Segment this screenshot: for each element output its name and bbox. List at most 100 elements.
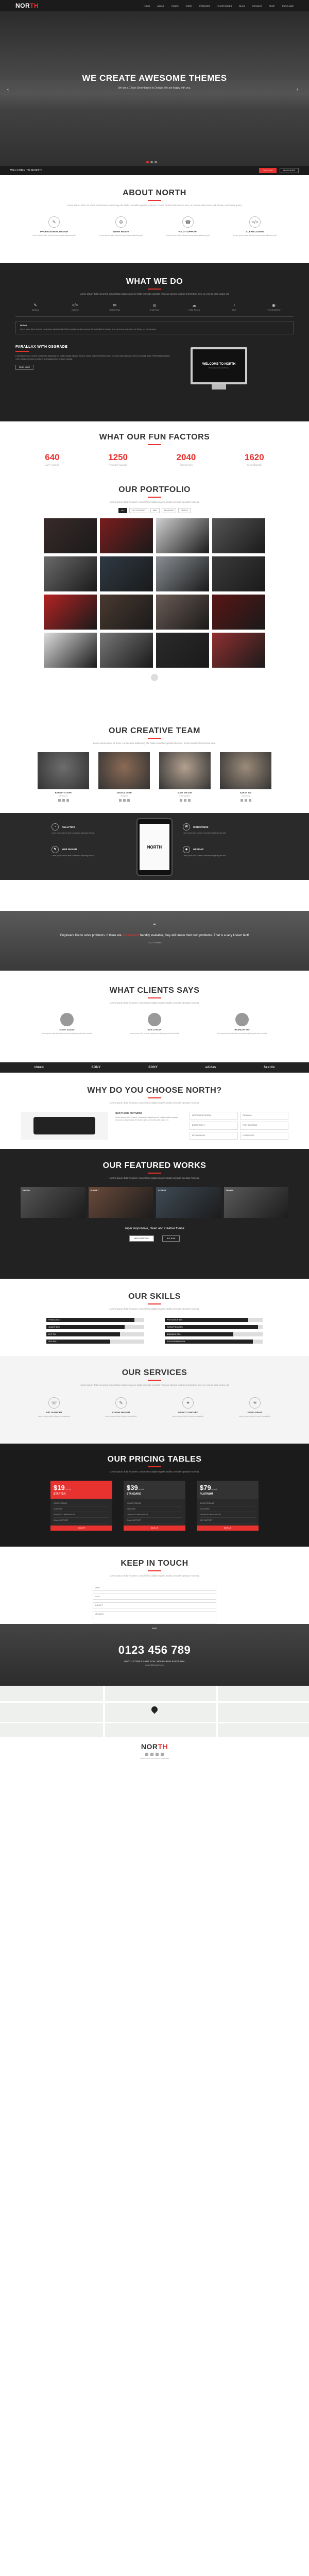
tab-seo[interactable]: ◔ SEO [214,303,254,311]
email-link[interactable]: support@example.com [145,1664,164,1666]
facebook-icon[interactable] [179,799,182,802]
facebook-icon[interactable] [240,799,243,802]
portfolio-item[interactable] [212,595,265,630]
feature-label: WORK READY [113,230,129,233]
filter-all[interactable]: ALL [118,508,127,513]
plan-signup-button[interactable]: SIGN UP [197,1526,259,1531]
filter-photography[interactable]: PHOTOGRAPHY [129,508,148,513]
twitter-icon[interactable] [244,799,247,802]
client-name: NICK TAYLOR [147,1028,162,1031]
portfolio-item[interactable] [44,595,97,630]
view-portfolio-button[interactable]: VIEW PORTFOLIO [129,1235,154,1242]
work-item[interactable]: PHOTO [21,1187,85,1218]
tab-label: DESIGN [31,309,39,311]
tab-free-tools[interactable]: ☁ FREE TOOLS [175,303,214,311]
nav-item-contact[interactable]: CONTACT [252,5,262,7]
twitter-icon[interactable] [123,799,126,802]
portfolio-item[interactable] [156,556,209,591]
nav-item-blog[interactable]: BLOG [239,5,245,7]
nav-item-about[interactable]: ABOUT [157,5,164,7]
portfolio-item[interactable] [44,633,97,668]
portfolio-item[interactable] [100,556,153,591]
service-label: GOOD IDEAS [247,1411,263,1414]
team-member: MATT WILSON Photographer [159,752,211,802]
twitter-icon[interactable] [150,1753,153,1756]
nav-item-home[interactable]: HOME [144,5,150,7]
plan-signup-button[interactable]: SIGN UP [50,1526,112,1531]
filter-branding[interactable]: BRANDING [161,508,177,513]
client-logo[interactable]: SONY [91,1066,100,1069]
linkedin-icon[interactable] [187,799,191,802]
email-input[interactable] [93,1594,216,1600]
google-plus-icon[interactable] [156,1753,159,1756]
portfolio-item[interactable] [212,556,265,591]
site-logo[interactable]: NORTH [15,2,39,9]
feature-text: Lorem ipsum dolor sit amet consectetur a… [32,234,76,236]
message-input[interactable] [93,1611,216,1623]
client-logo[interactable]: adidas [205,1066,216,1069]
client-logo[interactable]: SONY [148,1066,158,1069]
load-more-button[interactable] [151,674,158,681]
purchase-button[interactable]: PURCHASE [259,168,277,173]
tab-design[interactable]: ✎ DESIGN [15,303,55,311]
client-logo[interactable]: vimeo [34,1066,44,1069]
portfolio-item[interactable] [100,518,153,553]
portfolio-item[interactable] [212,518,265,553]
facebook-icon[interactable] [58,799,61,802]
footer-logo[interactable]: NORTH [141,1742,168,1751]
facebook-icon[interactable] [118,799,122,802]
team-member: SARAH TIM Marketing [220,752,271,802]
filter-web[interactable]: WEB [150,508,160,513]
name-input[interactable] [93,1585,216,1591]
nav-item-purchase[interactable]: PURCHASE [282,5,294,7]
nav-item-pages[interactable]: PAGES [171,5,179,7]
nav-item-shop[interactable]: SHOP [269,5,274,7]
linkedin-icon[interactable] [127,799,130,802]
work-item[interactable]: STREET [156,1187,221,1218]
work-item[interactable]: TENNIS [224,1187,288,1218]
buy-now-button[interactable]: BUY NOW [162,1235,180,1242]
filter-design[interactable]: DESIGN [178,508,191,513]
slider-dot[interactable] [154,161,157,163]
nav-item-features[interactable]: FEATURES [199,5,210,7]
read-more-button[interactable]: READ MORE [15,365,34,370]
nav-item-work[interactable]: WORK [186,5,192,7]
work-item[interactable]: SUNSET [88,1187,153,1218]
linkedin-icon[interactable] [248,799,251,802]
location-map[interactable] [0,1686,309,1737]
portfolio-item[interactable] [156,518,209,553]
why-section: WHY DO YOU CHOOSE NORTH? Lorem ipsum dol… [0,1073,309,1149]
monitor-mockup: WELCOME TO NORTH We Create Awesome Theme… [191,347,247,384]
service-text: Lorem ipsum dolor sit amet consectetur [239,1415,271,1417]
plan-signup-button[interactable]: SIGN UP [124,1526,185,1531]
testimonials: SCOTT ADAMS Lorem ipsum dolor sit amet co… [21,1013,288,1035]
services-section: OUR SERVICES Lorem ipsum dolor sit amet,… [0,1356,309,1444]
subject-input[interactable] [93,1602,216,1608]
twitter-icon[interactable] [183,799,186,802]
portfolio-item[interactable] [100,633,153,668]
parallax-text: Lorem ipsum dolor sit amet, consectetur … [15,355,170,360]
twitter-icon[interactable] [62,799,65,802]
learn-more-button[interactable]: LEARN MORE [279,168,299,173]
dribbble-icon[interactable] [161,1753,164,1756]
portfolio-item[interactable] [100,595,153,630]
tab-shopping[interactable]: ◎ SHOPPING [134,303,174,311]
feature-icon: W [183,823,190,831]
slider-dot[interactable] [146,161,149,163]
tab-coding[interactable]: </> CODING [55,303,95,311]
portfolio-item[interactable] [156,633,209,668]
portfolio-item[interactable] [44,518,97,553]
facebook-icon[interactable] [145,1753,148,1756]
portfolio-item[interactable] [156,595,209,630]
skills-title: OUR SKILLS [128,1292,181,1301]
portfolio-item[interactable] [44,556,97,591]
tab-content: DESIGN Lorem ipsum dolor sit amet, conse… [15,321,294,334]
portfolio-item[interactable] [212,633,265,668]
linkedin-icon[interactable] [66,799,69,802]
tab-marketing[interactable]: ✉ MARKETING [95,303,134,311]
tab-photography[interactable]: ◉ PHOTOGRAPHY [254,303,294,311]
main-nav: HOME ABOUT PAGES WORK FEATURES SHORTCODES BLOG… [144,5,294,7]
slider-dot[interactable] [150,161,153,163]
nav-item-shortcodes[interactable]: SHORTCODES [217,5,232,7]
client-logo[interactable]: Seattle [264,1066,275,1069]
